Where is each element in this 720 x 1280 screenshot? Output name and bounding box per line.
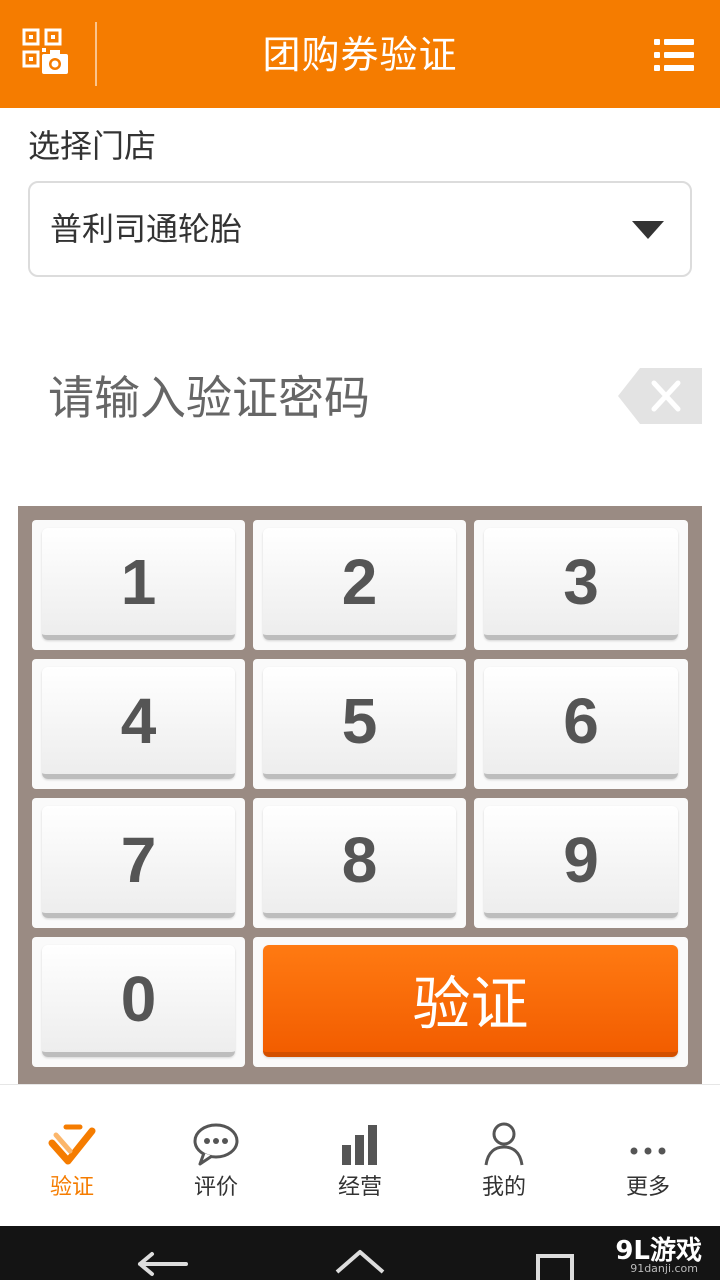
key-0[interactable]: 0	[32, 937, 245, 1067]
nav-label-verify: 验证	[49, 1175, 94, 1200]
watermark-site: 91danji.com	[630, 1262, 698, 1275]
store-selected-value: 普利司通轮胎	[50, 210, 243, 248]
key-3[interactable]: 3	[474, 520, 688, 650]
back-icon[interactable]	[130, 1242, 200, 1280]
key-6[interactable]: 6	[474, 659, 688, 789]
nav-item-more[interactable]: 更多	[576, 1085, 720, 1227]
system-nav-bar: 9L游戏 91danji.com	[0, 1226, 720, 1280]
app-screen: 团购券验证 选择门店 普利司通轮胎 请输入验证密码 1 2 3 4 5 6 7 …	[0, 0, 720, 1280]
nav-label-more: 更多	[625, 1175, 670, 1200]
key-2-label: 2	[263, 528, 456, 640]
nav-item-review[interactable]: 评价	[144, 1085, 288, 1227]
menu-list-icon[interactable]	[654, 38, 694, 72]
key-6-label: 6	[484, 667, 678, 779]
key-7-label: 7	[42, 806, 235, 918]
more-dots-icon	[624, 1121, 672, 1167]
home-icon[interactable]	[325, 1242, 395, 1280]
nav-label-mine: 我的	[481, 1175, 526, 1200]
key-4-label: 4	[42, 667, 235, 779]
key-3-label: 3	[484, 528, 678, 640]
key-7[interactable]: 7	[32, 798, 245, 928]
page-title: 团购券验证	[262, 33, 458, 77]
verify-button-label: 验证	[263, 945, 678, 1057]
verify-code-input[interactable]	[48, 366, 588, 430]
nav-label-business: 经营	[337, 1175, 382, 1200]
key-5[interactable]: 5	[253, 659, 466, 789]
verify-button[interactable]: 验证	[253, 937, 688, 1067]
nav-item-business[interactable]: 经营	[288, 1085, 432, 1227]
recent-apps-icon[interactable]	[520, 1242, 590, 1280]
bottom-nav: 验证 评价 经营 我的 更多	[0, 1084, 720, 1226]
nav-item-mine[interactable]: 我的	[432, 1085, 576, 1227]
bar-chart-icon	[336, 1121, 384, 1167]
key-1[interactable]: 1	[32, 520, 245, 650]
key-8[interactable]: 8	[253, 798, 466, 928]
store-label: 选择门店	[28, 127, 157, 165]
key-2[interactable]: 2	[253, 520, 466, 650]
chat-bubble-icon	[192, 1121, 240, 1167]
number-keypad: 1 2 3 4 5 6 7 8 9 0 验证	[18, 506, 702, 1084]
key-4[interactable]: 4	[32, 659, 245, 789]
key-0-label: 0	[42, 945, 235, 1057]
key-9-label: 9	[484, 806, 678, 918]
store-dropdown[interactable]: 普利司通轮胎	[28, 181, 692, 277]
title-bar: 团购券验证	[0, 0, 720, 108]
backspace-clear-icon[interactable]	[616, 366, 702, 426]
key-8-label: 8	[263, 806, 456, 918]
key-1-label: 1	[42, 528, 235, 640]
nav-label-review: 评价	[193, 1175, 238, 1200]
check-verify-icon	[48, 1121, 96, 1167]
nav-item-verify[interactable]: 验证	[0, 1085, 144, 1227]
key-5-label: 5	[263, 667, 456, 779]
key-9[interactable]: 9	[474, 798, 688, 928]
person-icon	[480, 1121, 528, 1167]
dropdown-caret-icon	[632, 221, 664, 239]
